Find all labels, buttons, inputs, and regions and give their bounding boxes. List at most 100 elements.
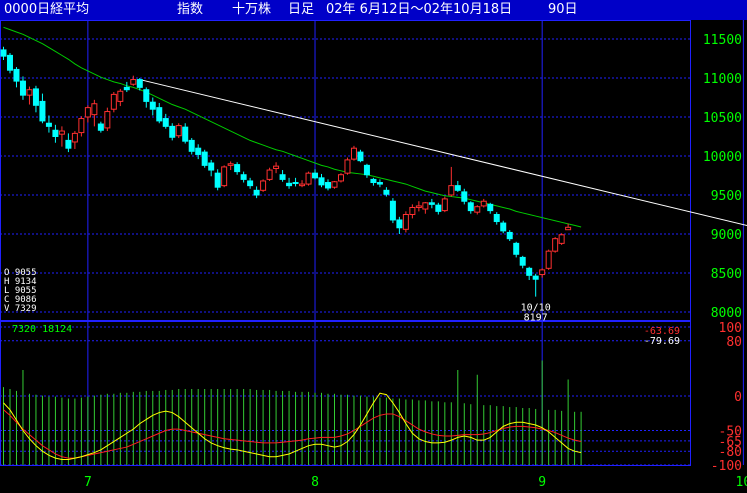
candle-body: [0, 49, 7, 57]
candle-body: [84, 107, 91, 118]
candle-body: [279, 174, 286, 180]
price-tick-label: 11000: [703, 72, 742, 87]
osc-tick-label: 100: [719, 321, 742, 336]
candle-body: [487, 203, 494, 212]
candle-body: [136, 79, 143, 88]
candle-body: [65, 139, 72, 149]
candle-body: [565, 226, 572, 231]
candle-body: [312, 172, 319, 179]
candle-body: [123, 86, 130, 91]
candle-body: [428, 202, 435, 205]
candle-body: [350, 147, 357, 160]
candle-body: [337, 174, 344, 182]
osc-tick-label: -100: [711, 459, 742, 474]
candle-body: [58, 130, 65, 135]
candle-body: [299, 183, 306, 187]
candle-body: [78, 118, 85, 134]
price-tick-label: 8000: [711, 306, 742, 321]
oscillator-1-line: [3, 392, 582, 460]
day-count-label: 90日: [548, 2, 578, 17]
candle-body: [273, 165, 280, 169]
month-tick-label: 9: [538, 475, 546, 490]
candle-body: [396, 219, 403, 229]
period-label: 日足: [288, 2, 315, 17]
date-range-label: 02年 6月12日～02年10月18日: [326, 2, 513, 17]
price-tick-label: 8500: [711, 267, 742, 282]
candle-body: [104, 111, 111, 129]
price-chart[interactable]: 8000 8500 9000 9500 10000 10500 11000 11500 7 8 9 1…: [0, 20, 747, 493]
candle-body: [305, 172, 312, 185]
moving-average-line: [3, 26, 582, 228]
candle-body: [19, 80, 26, 96]
candle-body: [260, 180, 267, 191]
candle-body: [506, 231, 513, 240]
candle-body: [415, 205, 422, 208]
candle-body: [32, 88, 39, 106]
ohlc-volume: V 7329: [4, 304, 37, 314]
price-tick-label: 10000: [703, 150, 742, 165]
candle-body: [409, 206, 416, 215]
candle-body: [454, 185, 461, 191]
kind-label: 指数: [177, 2, 204, 17]
candle-body: [221, 166, 228, 187]
osc-readout-2: -79.69: [644, 336, 680, 347]
candle-body: [13, 68, 20, 82]
candle-body: [383, 189, 390, 195]
candle-body: [143, 89, 150, 102]
candle-body: [344, 159, 351, 174]
osc-tick-label: 0: [734, 390, 742, 405]
unit-label: 十万株: [232, 2, 272, 17]
volume-readout: 7320 18124: [12, 324, 72, 335]
candle-body: [526, 267, 533, 276]
candle-body: [214, 172, 221, 188]
candle-body: [169, 125, 176, 138]
price-tick-label: 9000: [711, 228, 742, 243]
symbol-label: 0000日経平均: [4, 2, 90, 17]
candle-body: [201, 151, 208, 166]
candle-body: [162, 118, 169, 127]
title-bar: 0000日経平均 指数 十万株 日足 02年 6月12日～02年10月18日 9…: [0, 0, 747, 20]
candle-body: [539, 269, 546, 276]
candle-body: [493, 214, 500, 223]
candle-body: [97, 123, 104, 131]
candle-body: [513, 242, 520, 255]
month-tick-label: 8: [311, 475, 319, 490]
candle-body: [195, 147, 202, 155]
trend-line: [139, 79, 747, 227]
candle-body: [247, 180, 254, 187]
candle-body: [357, 151, 364, 162]
candle-body: [117, 90, 124, 102]
month-tick-label: 7: [84, 475, 92, 490]
annotation-value: 8197: [524, 313, 548, 324]
candle-body: [39, 100, 46, 122]
candle-body: [234, 164, 241, 173]
candle-body: [325, 182, 331, 189]
price-tick-label: 11500: [703, 33, 742, 48]
month-tick-label: 10: [736, 475, 747, 490]
candle-body: [188, 139, 195, 152]
candle-body: [461, 191, 468, 202]
candle-body: [292, 182, 299, 185]
candle-body: [376, 182, 383, 185]
candle-body: [45, 122, 52, 127]
candle-body: [441, 198, 448, 212]
candle-body: [500, 222, 507, 232]
candle-body: [91, 103, 98, 116]
candle-body: [389, 200, 396, 221]
candle-body: [331, 181, 338, 188]
candle-body: [149, 101, 156, 110]
osc-tick-label: 80: [726, 335, 742, 350]
candle-body: [532, 275, 539, 280]
candle-body: [253, 189, 260, 196]
candle-body: [52, 129, 59, 138]
candle-body: [286, 182, 293, 187]
candle-body: [26, 89, 33, 96]
osc-tick-label: -80: [719, 445, 742, 460]
candle-body: [6, 54, 13, 71]
candle-body: [519, 256, 526, 266]
candle-body: [558, 234, 565, 244]
candle-body: [435, 204, 442, 212]
candle-body: [175, 125, 182, 137]
candle-body: [422, 202, 429, 210]
candle-body: [130, 79, 137, 85]
